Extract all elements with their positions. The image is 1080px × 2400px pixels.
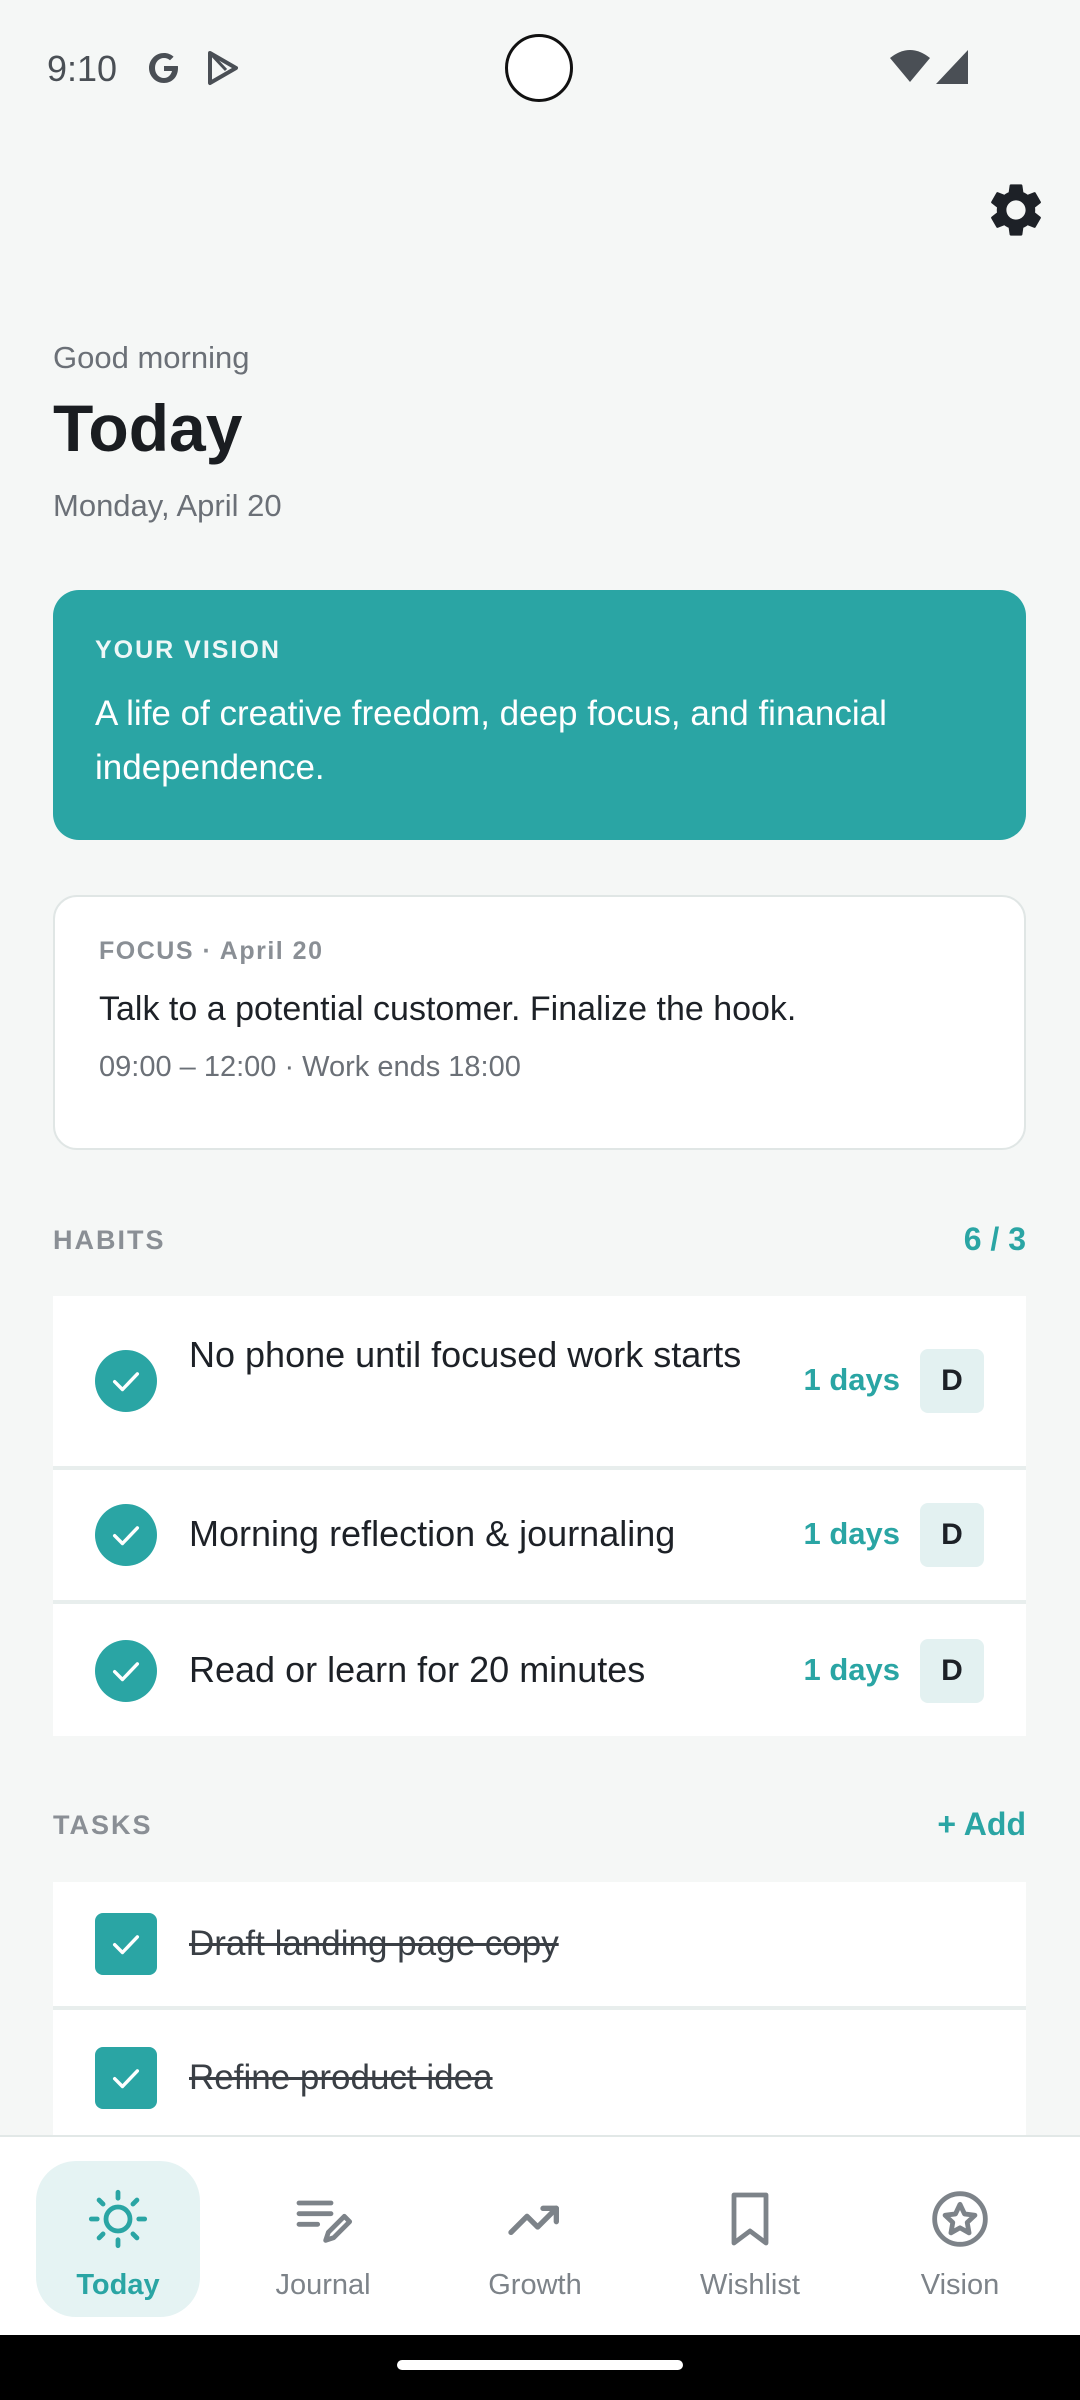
checked-circle-icon[interactable] <box>95 1350 157 1412</box>
habit-frequency-badge[interactable]: D <box>920 1349 984 1413</box>
task-row[interactable]: Draft landing page copy <box>53 1882 1026 2006</box>
signal-icon <box>934 48 974 88</box>
tasks-header: TASKS + Add <box>53 1806 1026 1850</box>
star-circle-icon <box>928 2187 992 2251</box>
habit-streak: 1 days <box>803 1362 900 1397</box>
habit-streak: 1 days <box>803 1652 900 1687</box>
add-task-button[interactable]: + Add <box>937 1806 1026 1843</box>
nav-label: Journal <box>275 2269 371 2301</box>
bookmark-icon <box>718 2187 782 2251</box>
vision-text: A life of creative freedom, deep focus, … <box>95 694 887 787</box>
checked-box-icon[interactable] <box>95 1913 157 1975</box>
vision-label: YOUR VISION <box>95 636 281 664</box>
bottom-nav: Today Journal Growth Wishlist Vision <box>0 2135 1080 2337</box>
habit-name: No phone until focused work starts <box>189 1334 742 1375</box>
habits-count: 6 / 3 <box>963 1221 1026 1257</box>
status-time: 9:10 <box>47 48 118 89</box>
tasks-label: TASKS <box>53 1810 153 1840</box>
greeting-text: Good morning <box>53 340 250 375</box>
focus-schedule: 09:00 – 12:00 · Work ends 18:00 <box>99 1051 521 1083</box>
habit-row[interactable]: No phone until focused work starts 1 day… <box>53 1296 1026 1466</box>
nav-label: Today <box>76 2269 160 2301</box>
sun-icon <box>86 2187 150 2251</box>
home-gesture-bar[interactable] <box>397 2360 683 2370</box>
page-title: Today <box>53 391 243 465</box>
nav-label: Wishlist <box>700 2269 800 2301</box>
habit-streak: 1 days <box>803 1516 900 1551</box>
habit-name: Read or learn for 20 minutes <box>189 1649 646 1690</box>
nav-label: Growth <box>488 2269 582 2301</box>
nav-tab-today[interactable]: Today <box>36 2161 200 2317</box>
settings-gear-icon[interactable] <box>984 178 1048 242</box>
task-name: Refine product idea <box>189 2058 493 2097</box>
journal-edit-icon <box>291 2187 355 2251</box>
task-row[interactable]: Refine product idea <box>53 2010 1026 2136</box>
wifi-icon <box>888 48 932 88</box>
status-bar: 9:10 <box>0 0 1080 140</box>
habit-row[interactable]: Morning reflection & journaling 1 days D <box>53 1470 1026 1600</box>
checked-circle-icon[interactable] <box>95 1504 157 1566</box>
habit-name: Morning reflection & journaling <box>189 1513 676 1554</box>
vision-card[interactable]: YOUR VISION A life of creative freedom, … <box>53 590 1026 840</box>
task-name: Draft landing page copy <box>189 1924 559 1963</box>
habits-header: HABITS 6 / 3 <box>53 1221 1026 1265</box>
nav-label: Vision <box>920 2269 1000 2301</box>
camera-cutout <box>505 34 573 102</box>
nav-tab-vision[interactable]: Vision <box>878 2161 1042 2317</box>
nav-tab-growth[interactable]: Growth <box>453 2161 617 2317</box>
nav-tab-journal[interactable]: Journal <box>241 2161 405 2317</box>
habits-label: HABITS <box>53 1225 166 1255</box>
focus-card[interactable]: FOCUS · April 20 Talk to a potential cus… <box>53 895 1026 1150</box>
checked-circle-icon[interactable] <box>95 1640 157 1702</box>
checked-box-icon[interactable] <box>95 2047 157 2109</box>
habit-frequency-badge[interactable]: D <box>920 1503 984 1567</box>
habit-frequency-badge[interactable]: D <box>920 1639 984 1703</box>
habit-row[interactable]: Read or learn for 20 minutes 1 days D <box>53 1604 1026 1736</box>
play-store-icon <box>202 48 242 88</box>
nav-tab-wishlist[interactable]: Wishlist <box>668 2161 832 2317</box>
focus-text: Talk to a potential customer. Finalize t… <box>99 990 797 1028</box>
trend-up-icon <box>503 2187 567 2251</box>
date-text: Monday, April 20 <box>53 488 282 523</box>
google-icon <box>144 48 184 88</box>
focus-label: FOCUS · April 20 <box>99 937 324 965</box>
